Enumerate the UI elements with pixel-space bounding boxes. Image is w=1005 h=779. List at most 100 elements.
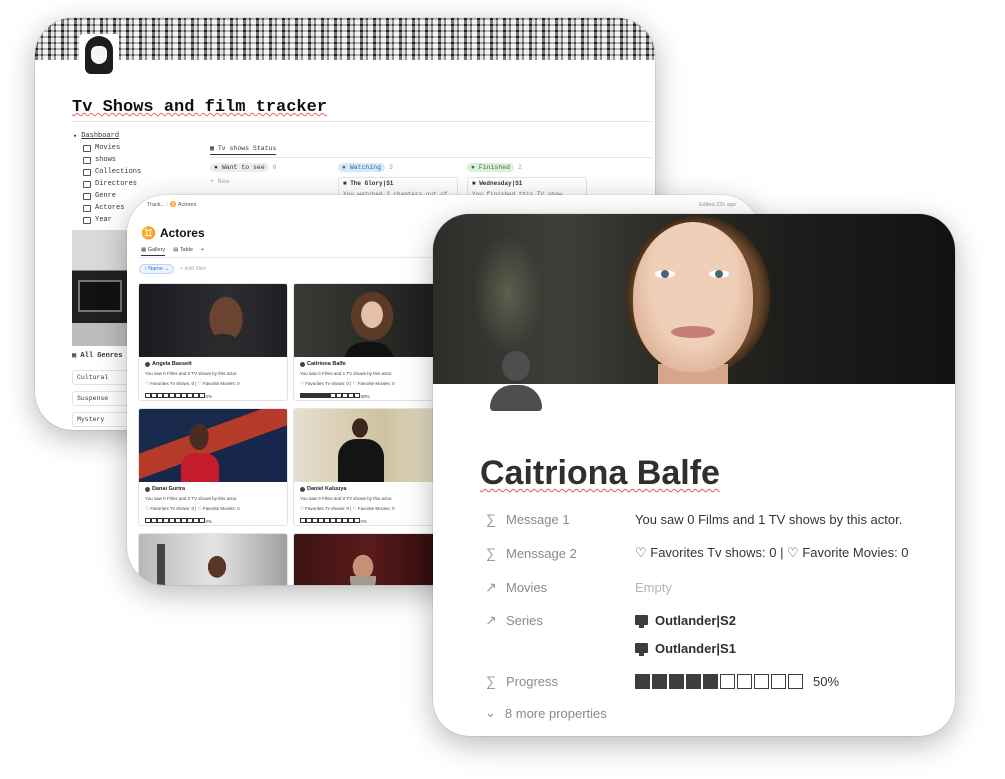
- board-column-watching: ● Watching 3 ■ The Glory|S1 You watched …: [338, 163, 458, 205]
- progress-square: [771, 673, 786, 689]
- genres-cover-image: [72, 230, 130, 346]
- progress-square: [720, 673, 735, 689]
- actor-name: Caitriona Balfe: [307, 361, 346, 367]
- nav-directores[interactable]: Directores: [73, 178, 141, 190]
- divider: [72, 121, 652, 122]
- sidebar-nav: ▾ Dashboard Movies shows Collections Dire…: [73, 130, 141, 226]
- column-count: 3: [388, 164, 393, 171]
- actor-photo: [294, 409, 442, 482]
- nav-dashboard[interactable]: ▾ Dashboard: [73, 130, 141, 142]
- table-icon: ▦: [210, 145, 218, 152]
- sigma-icon: ∑: [486, 673, 496, 689]
- tab-gallery[interactable]: ▦ Gallery: [141, 247, 166, 256]
- property-series: ↗ Series Outlander|S2: [485, 611, 736, 628]
- tv-icon: [83, 156, 91, 164]
- people-icon: [83, 180, 91, 188]
- message-2: ♡ Favorites Tv shows: 0 | ♡ Favorite Mov…: [145, 506, 240, 511]
- all-genres-view[interactable]: ▦ All Genres: [72, 351, 122, 360]
- relation-link[interactable]: Outlander|S2: [635, 613, 736, 628]
- progress-bar: 0%: [300, 518, 367, 524]
- breadcrumb-current[interactable]: Actores: [178, 202, 197, 208]
- gallery-card[interactable]: [293, 533, 443, 585]
- nav-shows[interactable]: shows: [73, 154, 141, 166]
- status-badge: ● Want to see: [210, 163, 269, 172]
- property-value[interactable]: You saw 0 Films and 1 TV shows by this a…: [635, 512, 902, 527]
- actor-photo: [294, 534, 442, 585]
- column-count: 2: [517, 164, 522, 171]
- progress-square: [703, 673, 718, 689]
- progress-bar: 0%: [145, 393, 212, 399]
- progress-square: [199, 393, 205, 398]
- person-icon[interactable]: [486, 351, 546, 413]
- progress-square: [788, 673, 803, 689]
- film-icon: [83, 144, 91, 152]
- nav-collections[interactable]: Collections: [73, 166, 141, 178]
- arrow-up-right-icon: ↗: [485, 578, 497, 595]
- message-1: You saw 0 Films and 0 TV shows by this a…: [145, 371, 238, 376]
- property-progress: ∑ Progress 50%: [486, 673, 840, 689]
- person-icon: [300, 486, 305, 492]
- board-column-want-to-see: ● Want to see 0 + New: [210, 163, 277, 185]
- board-card[interactable]: ■ Wednesday|S1 You finished this TV show: [467, 177, 587, 198]
- nav-genre[interactable]: Genre: [73, 190, 141, 202]
- genre-item[interactable]: Mystery: [72, 412, 130, 427]
- property-message-2: ∑ Menssage 2 ♡ Favorites Tv shows: 0 | ♡ …: [486, 545, 909, 561]
- progress-square: [354, 518, 360, 523]
- person-icon: [145, 361, 150, 367]
- property-series-2: Outlander|S1: [485, 637, 925, 659]
- page-title: Tv Shows and film tracker: [72, 98, 328, 117]
- gallery-card[interactable]: [138, 533, 288, 585]
- nav-movies[interactable]: Movies: [73, 142, 141, 154]
- tab-tv-shows-status[interactable]: ▦ Tv shows Status: [210, 144, 277, 155]
- progress-bar: 0%: [145, 518, 212, 524]
- tab-table[interactable]: ▤ Table: [173, 247, 193, 256]
- message-1: You saw 0 Films and 0 TV shows by this a…: [300, 496, 393, 501]
- progress-square: [669, 673, 684, 689]
- status-badge: ● Watching: [338, 163, 386, 172]
- divider: [139, 257, 459, 258]
- status-badge: ● Finished: [467, 163, 515, 172]
- message-1: You saw 0 Films and 1 TV shows by this a…: [300, 371, 393, 376]
- add-view-button[interactable]: +: [201, 247, 204, 256]
- calendar-icon: [83, 216, 91, 224]
- board-column-finished: ● Finished 2 ■ Wednesday|S1 You finished…: [467, 163, 587, 198]
- sigma-icon: ∑: [486, 545, 496, 561]
- person-icon: [145, 486, 150, 492]
- add-filter-button[interactable]: + Add filter: [180, 266, 206, 272]
- actor-photo: [139, 409, 287, 482]
- message-2: ♡ Favorites Tv shows: 0 | ♡ Favorite Mov…: [145, 381, 240, 386]
- progress-bar: [635, 673, 803, 689]
- tv-icon: [635, 615, 648, 628]
- progress-square: [754, 673, 769, 689]
- actor-detail-page: Caitriona Balfe ∑ Message 1 You saw 0 Fil…: [433, 214, 955, 736]
- gallery-card[interactable]: Caitriona Balfe You saw 0 Films and 1 TV…: [293, 283, 443, 401]
- sigma-icon: ∑: [486, 511, 496, 527]
- progress-square: [354, 393, 360, 398]
- actor-photo: [139, 284, 287, 357]
- grid-icon: [83, 192, 91, 200]
- mask-icon: ♊: [169, 202, 178, 208]
- genre-item[interactable]: Suspense: [72, 391, 130, 406]
- tv-icon: [635, 643, 648, 656]
- chevron-down-icon: ⌄: [485, 705, 496, 720]
- more-properties-toggle[interactable]: ⌄ 8 more properties: [485, 705, 607, 721]
- relation-link[interactable]: Outlander|S1: [635, 641, 736, 656]
- triangle-down-icon: ▾: [73, 132, 78, 141]
- progress-square: [635, 673, 650, 689]
- gallery-card[interactable]: Daniel Kaluuya You saw 0 Films and 0 TV …: [293, 408, 443, 526]
- name-filter[interactable]: ↑ Name ⌄: [139, 264, 175, 274]
- gallery-card[interactable]: Angela Bassett You saw 0 Films and 0 TV …: [138, 283, 288, 401]
- page-title: ♊ Actores: [141, 226, 205, 240]
- property-value-empty[interactable]: Empty: [635, 580, 672, 595]
- breadcrumb-parent[interactable]: Track...: [147, 202, 165, 208]
- gallery-card[interactable]: Danai Gurira You saw 0 Films and 0 TV sh…: [138, 408, 288, 526]
- new-item-button[interactable]: + New: [210, 178, 277, 185]
- person-icon: [300, 361, 305, 367]
- nav-actores[interactable]: Actores: [73, 202, 141, 214]
- page-title[interactable]: Caitriona Balfe: [480, 454, 720, 493]
- board-card[interactable]: ■ The Glory|S1 You watched 2 chapters ou…: [338, 177, 458, 205]
- genre-item[interactable]: Cultural: [72, 370, 130, 385]
- property-value[interactable]: ♡ Favorites Tv shows: 0 | ♡ Favorite Mov…: [635, 545, 909, 561]
- property-message-1: ∑ Message 1 You saw 0 Films and 1 TV show…: [486, 511, 903, 527]
- filter-bar: ↑ Name ⌄ + Add filter: [139, 264, 206, 274]
